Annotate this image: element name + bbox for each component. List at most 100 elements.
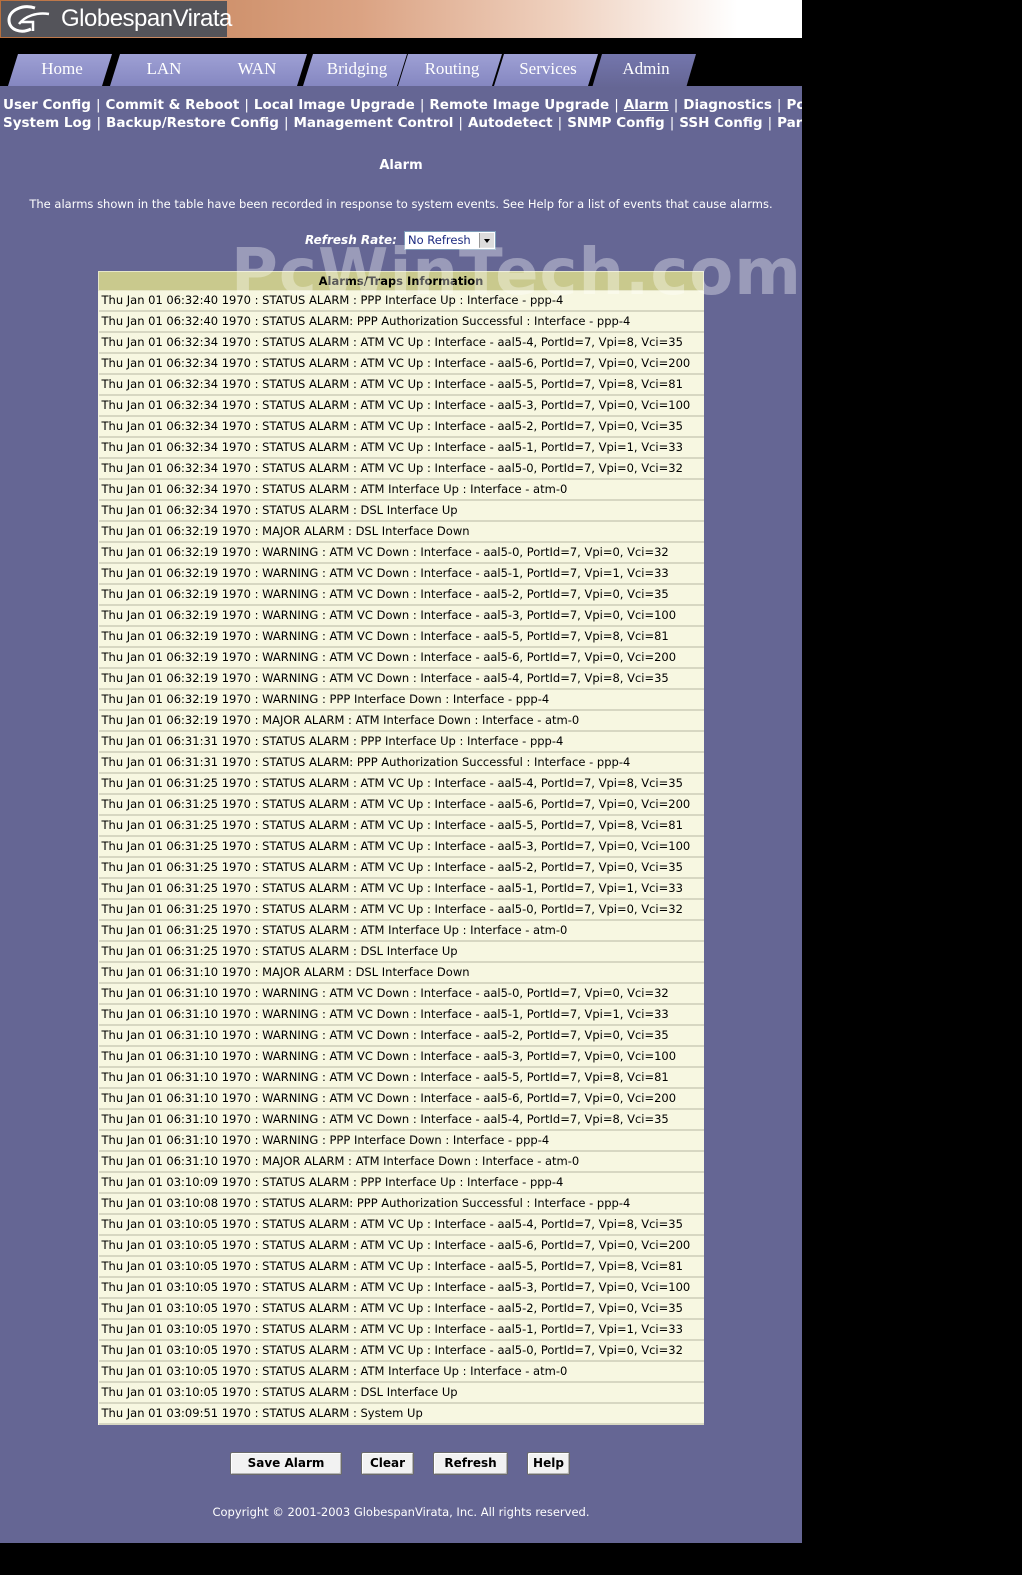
alarm-entry: Thu Jan 01 06:32:34 1970 : STATUS ALARM … — [98, 479, 704, 501]
table-row: Thu Jan 01 06:32:19 1970 : MAJOR ALARM :… — [98, 710, 704, 732]
help-button[interactable]: Help — [527, 1452, 570, 1475]
table-row: Thu Jan 01 06:32:34 1970 : STATUS ALARM … — [98, 395, 704, 417]
subnav-separator: | — [767, 115, 773, 131]
subnav-local-image-upgrade[interactable]: Local Image Upgrade — [254, 97, 415, 113]
alarm-entry: Thu Jan 01 03:10:05 1970 : STATUS ALARM … — [98, 1340, 704, 1362]
tab-admin[interactable]: Admin — [592, 54, 696, 88]
table-row: Thu Jan 01 06:32:19 1970 : WARNING : ATM… — [98, 584, 704, 606]
table-row: Thu Jan 01 03:10:05 1970 : STATUS ALARM … — [98, 1277, 704, 1299]
alarm-entry: Thu Jan 01 06:32:34 1970 : STATUS ALARM … — [98, 374, 704, 396]
save-alarm-button[interactable]: Save Alarm — [230, 1452, 342, 1475]
subnav-remote-image-upgrade[interactable]: Remote Image Upgrade — [429, 97, 609, 113]
subnav-separator: | — [283, 115, 289, 131]
subnav-separator: | — [419, 97, 425, 113]
alarm-entry: Thu Jan 01 03:10:05 1970 : STATUS ALARM … — [98, 1214, 704, 1236]
refresh-rate-value: No Refresh — [408, 233, 471, 247]
subnav-separator: | — [669, 115, 675, 131]
table-row: Thu Jan 01 06:31:10 1970 : WARNING : ATM… — [98, 1088, 704, 1110]
alarm-entry: Thu Jan 01 03:10:05 1970 : STATUS ALARM … — [98, 1361, 704, 1383]
action-buttons: Save Alarm Clear Refresh Help — [0, 1452, 802, 1476]
subnav-parental-control[interactable]: Parental Control — [777, 115, 802, 131]
alarm-entry: Thu Jan 01 03:10:05 1970 : STATUS ALARM … — [98, 1319, 704, 1341]
subnav-port-settings[interactable]: Port Settings — [786, 97, 802, 113]
tab-label: WAN — [237, 59, 277, 78]
subnav-separator: | — [458, 115, 463, 131]
page: GlobespanVirata Home LAN WAN Bridging Ro… — [0, 0, 802, 1543]
table-row: Thu Jan 01 06:31:10 1970 : WARNING : ATM… — [98, 1046, 704, 1068]
alarm-entry: Thu Jan 01 06:31:10 1970 : WARNING : ATM… — [98, 1025, 704, 1047]
table-row: Thu Jan 01 03:10:05 1970 : STATUS ALARM … — [98, 1235, 704, 1257]
brand-logo[interactable]: GlobespanVirata — [1, 1, 232, 37]
globespan-logo-icon — [7, 5, 50, 33]
table-row: Thu Jan 01 06:32:34 1970 : STATUS ALARM … — [98, 479, 704, 501]
alarm-entry: Thu Jan 01 06:32:19 1970 : WARNING : ATM… — [98, 668, 704, 690]
table-row: Thu Jan 01 03:10:05 1970 : STATUS ALARM … — [98, 1319, 704, 1341]
subnav-backup-restore-config[interactable]: Backup/Restore Config — [106, 115, 279, 131]
alarms-table-body: Thu Jan 01 06:32:40 1970 : STATUS ALARM … — [98, 290, 704, 1425]
table-row: Thu Jan 01 06:32:40 1970 : STATUS ALARM … — [98, 290, 704, 312]
subnav-management-control[interactable]: Management Control — [294, 115, 454, 131]
tab-lan[interactable]: LAN — [110, 54, 214, 86]
alarm-entry: Thu Jan 01 06:32:19 1970 : WARNING : PPP… — [98, 689, 704, 711]
alarm-entry: Thu Jan 01 03:09:51 1970 : STATUS ALARM … — [98, 1403, 704, 1425]
table-row: Thu Jan 01 06:32:34 1970 : STATUS ALARM … — [98, 416, 704, 438]
subnav-separator: | — [673, 97, 679, 113]
table-row: Thu Jan 01 06:31:10 1970 : WARNING : PPP… — [98, 1130, 704, 1152]
subnav-system-log[interactable]: System Log — [3, 115, 91, 131]
tab-label: Routing — [424, 59, 480, 78]
table-row: Thu Jan 01 06:32:34 1970 : STATUS ALARM … — [98, 458, 704, 480]
table-row: Thu Jan 01 03:10:08 1970 : STATUS ALARM:… — [98, 1193, 704, 1215]
subnav-separator: | — [95, 97, 101, 113]
alarm-entry: Thu Jan 01 06:31:25 1970 : STATUS ALARM … — [98, 815, 704, 837]
tab-services[interactable]: Services — [494, 54, 598, 86]
dropdown-arrow-icon[interactable] — [479, 233, 494, 248]
intro-text: The alarms shown in the table have been … — [29, 197, 773, 211]
tab-wan[interactable]: WAN — [203, 54, 307, 86]
alarm-entry: Thu Jan 01 06:32:40 1970 : STATUS ALARM:… — [98, 311, 704, 333]
alarm-entry: Thu Jan 01 06:32:40 1970 : STATUS ALARM … — [98, 290, 704, 312]
alarm-entry: Thu Jan 01 06:31:25 1970 : STATUS ALARM … — [98, 899, 704, 921]
subnav-ssh-config[interactable]: SSH Config — [679, 115, 762, 131]
tab-label: Bridging — [326, 59, 388, 78]
alarm-entry: Thu Jan 01 06:32:34 1970 : STATUS ALARM … — [98, 353, 704, 375]
table-row: Thu Jan 01 06:32:19 1970 : WARNING : ATM… — [98, 626, 704, 648]
refresh-button[interactable]: Refresh — [433, 1452, 508, 1475]
subnav-alarm[interactable]: Alarm — [624, 97, 669, 113]
tab-bridging[interactable]: Bridging — [303, 54, 407, 86]
subnav-autodetect[interactable]: Autodetect — [468, 115, 553, 131]
table-row: Thu Jan 01 06:31:10 1970 : WARNING : ATM… — [98, 1004, 704, 1026]
alarm-entry: Thu Jan 01 06:31:10 1970 : MAJOR ALARM :… — [98, 1151, 704, 1173]
alarm-entry: Thu Jan 01 03:10:09 1970 : STATUS ALARM … — [98, 1172, 704, 1194]
alarm-entry: Thu Jan 01 06:32:19 1970 : WARNING : ATM… — [98, 647, 704, 669]
table-row: Thu Jan 01 06:32:19 1970 : WARNING : ATM… — [98, 647, 704, 669]
refresh-rate-label: Refresh Rate: — [305, 233, 397, 247]
clear-button[interactable]: Clear — [361, 1452, 414, 1475]
subnav-separator: | — [557, 115, 563, 131]
alarm-entry: Thu Jan 01 06:31:10 1970 : WARNING : ATM… — [98, 1046, 704, 1068]
alarm-entry: Thu Jan 01 06:31:10 1970 : MAJOR ALARM :… — [98, 962, 704, 984]
tab-routing[interactable]: Routing — [398, 54, 502, 86]
alarm-entry: Thu Jan 01 06:32:19 1970 : MAJOR ALARM :… — [98, 710, 704, 732]
table-row: Thu Jan 01 06:32:34 1970 : STATUS ALARM … — [98, 332, 704, 354]
tab-label: Admin — [622, 59, 670, 78]
header-banner: GlobespanVirata — [0, 0, 802, 38]
alarm-entry: Thu Jan 01 06:31:25 1970 : STATUS ALARM … — [98, 857, 704, 879]
table-row: Thu Jan 01 06:31:10 1970 : MAJOR ALARM :… — [98, 962, 704, 984]
alarm-entry: Thu Jan 01 03:10:08 1970 : STATUS ALARM:… — [98, 1193, 704, 1215]
alarm-entry: Thu Jan 01 03:10:05 1970 : STATUS ALARM … — [98, 1277, 704, 1299]
table-row: Thu Jan 01 06:32:34 1970 : STATUS ALARM … — [98, 353, 704, 375]
subnav-snmp-config[interactable]: SNMP Config — [567, 115, 665, 131]
alarm-entry: Thu Jan 01 06:32:34 1970 : STATUS ALARM … — [98, 437, 704, 459]
subnav-user-config[interactable]: User Config — [3, 97, 91, 113]
table-row: Thu Jan 01 06:31:25 1970 : STATUS ALARM … — [98, 878, 704, 900]
subnav-row-2: System Log | Backup/Restore Config | Managem… — [3, 114, 802, 132]
alarm-entry: Thu Jan 01 06:32:34 1970 : STATUS ALARM … — [98, 500, 704, 522]
refresh-rate-select[interactable]: No Refresh — [404, 231, 496, 250]
subnav-diagnostics[interactable]: Diagnostics — [683, 97, 772, 113]
alarm-entry: Thu Jan 01 06:31:25 1970 : STATUS ALARM … — [98, 794, 704, 816]
alarm-entry: Thu Jan 01 06:32:34 1970 : STATUS ALARM … — [98, 458, 704, 480]
subnav-commit-reboot[interactable]: Commit & Reboot — [106, 97, 240, 113]
tab-home[interactable]: Home — [8, 54, 112, 86]
alarm-entry: Thu Jan 01 06:31:10 1970 : WARNING : PPP… — [98, 1130, 704, 1152]
table-header-row: Alarms/Traps Information — [98, 271, 704, 291]
